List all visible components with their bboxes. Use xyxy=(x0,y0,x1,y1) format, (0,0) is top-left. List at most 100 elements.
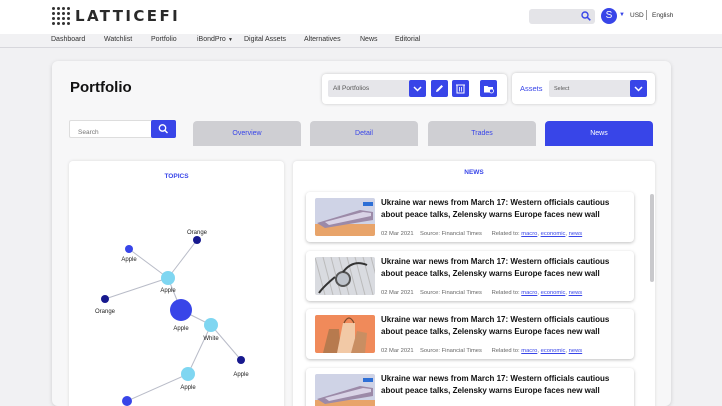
topic-label: Apple xyxy=(121,257,137,263)
page-title: Portfolio xyxy=(70,79,132,96)
news-meta: 02 Mar 2021 Source: Financial Times Rela… xyxy=(381,348,583,354)
news-headline[interactable]: Ukraine war news from March 17: Western … xyxy=(381,197,626,220)
nav-item-editorial[interactable]: Editorial xyxy=(395,36,420,43)
topic-node[interactable] xyxy=(204,318,218,332)
news-source-label: Source: xyxy=(420,348,440,354)
brand-name: LATTICEFI xyxy=(75,7,181,25)
topic-edge xyxy=(126,373,189,402)
topic-node[interactable] xyxy=(101,295,109,303)
news-source: Financial Times xyxy=(441,348,482,354)
search-icon[interactable] xyxy=(581,11,591,21)
topic-node[interactable] xyxy=(193,236,201,244)
news-date: 02 Mar 2021 xyxy=(381,290,414,296)
top-bar: LATTICEFI S ▼ USD English xyxy=(0,0,722,34)
chevron-down-icon[interactable] xyxy=(409,80,426,97)
topic-label: Apple xyxy=(160,288,176,294)
portfolio-folder-button[interactable] xyxy=(480,80,497,97)
folder-icon xyxy=(484,86,494,94)
news-card[interactable]: Ukraine war news from March 17: Western … xyxy=(306,251,634,301)
topic-label: Apple xyxy=(233,372,249,378)
topic-edge xyxy=(167,239,198,279)
topic-node[interactable] xyxy=(181,367,195,381)
news-headline[interactable]: Ukraine war news from March 17: Western … xyxy=(381,373,626,396)
topic-node[interactable] xyxy=(170,299,192,321)
main-nav: Dashboard Watchlist Portfolio iBondPro ▼… xyxy=(0,34,722,48)
topic-node[interactable] xyxy=(122,396,132,406)
news-tag-link[interactable]: macro xyxy=(521,290,537,296)
news-card[interactable]: Ukraine war news from March 17: Western … xyxy=(306,309,634,359)
currency-selector[interactable]: USD xyxy=(630,12,644,19)
news-thumbnail[interactable] xyxy=(315,198,375,236)
news-panel: NEWS Ukraine war news from March 17: Wes… xyxy=(293,161,655,406)
news-card[interactable]: Ukraine war news from March 17: Western … xyxy=(306,368,634,406)
topic-edge xyxy=(187,324,212,375)
news-related-label: Related to: xyxy=(491,348,520,354)
delete-button[interactable] xyxy=(452,80,469,97)
chevron-down-icon[interactable]: ▼ xyxy=(228,37,233,43)
topic-node[interactable] xyxy=(237,356,245,364)
topic-edge xyxy=(128,248,169,279)
news-source: Financial Times xyxy=(441,231,482,237)
chevron-down-icon[interactable]: ▼ xyxy=(619,12,625,18)
news-meta: 02 Mar 2021 Source: Financial Times Rela… xyxy=(381,231,583,237)
news-headline[interactable]: Ukraine war news from March 17: Western … xyxy=(381,314,626,337)
news-thumbnail[interactable] xyxy=(315,374,375,406)
topic-label: Orange xyxy=(95,309,116,315)
topic-edge xyxy=(104,277,169,300)
news-thumbnail[interactable] xyxy=(315,315,375,353)
news-date: 02 Mar 2021 xyxy=(381,231,414,237)
topic-node[interactable] xyxy=(125,245,133,253)
news-tag-link[interactable]: news xyxy=(569,290,583,296)
tab-detail[interactable]: Detail xyxy=(310,121,418,146)
portfolio-search xyxy=(69,120,176,141)
assets-select[interactable]: Select xyxy=(549,80,647,97)
news-tag-link[interactable]: news xyxy=(569,348,583,354)
lattice-logo-icon xyxy=(52,7,70,25)
news-related-label: Related to: xyxy=(491,231,520,237)
topic-label: Apple xyxy=(173,326,189,332)
user-avatar[interactable]: S xyxy=(601,8,617,24)
news-tag-link[interactable]: news xyxy=(569,231,583,237)
edit-button[interactable] xyxy=(431,80,448,97)
news-tag-link[interactable]: macro xyxy=(521,231,537,237)
chevron-down-icon[interactable] xyxy=(630,80,647,97)
brand-logo[interactable]: LATTICEFI xyxy=(52,7,180,25)
nav-item-alternatives[interactable]: Alternatives xyxy=(304,36,341,43)
news-tag-link[interactable]: economic xyxy=(541,231,566,237)
news-tag-link[interactable]: macro xyxy=(521,348,537,354)
news-scrollbar[interactable] xyxy=(650,194,654,282)
news-thumbnail[interactable] xyxy=(315,257,375,295)
news-meta: 02 Mar 2021 Source: Financial Times Rela… xyxy=(381,290,583,296)
divider xyxy=(646,10,647,20)
nav-item-news[interactable]: News xyxy=(360,36,378,43)
pencil-icon xyxy=(436,85,443,92)
search-input[interactable] xyxy=(70,124,150,141)
trash-icon xyxy=(456,84,465,94)
assets-label: Assets xyxy=(520,84,543,93)
search-icon xyxy=(158,124,168,134)
news-tag-link[interactable]: economic xyxy=(541,348,566,354)
news-card[interactable]: Ukraine war news from March 17: Western … xyxy=(306,192,634,242)
nav-item-dashboard[interactable]: Dashboard xyxy=(51,36,85,43)
language-selector[interactable]: English xyxy=(652,12,673,19)
tab-overview[interactable]: Overview xyxy=(193,121,301,146)
nav-item-digital-assets[interactable]: Digital Assets xyxy=(244,36,286,43)
news-source-label: Source: xyxy=(420,290,440,296)
news-date: 02 Mar 2021 xyxy=(381,348,414,354)
global-search-input[interactable] xyxy=(529,9,595,24)
news-tag-link[interactable]: economic xyxy=(541,290,566,296)
nav-item-ibondpro[interactable]: iBondPro xyxy=(197,36,226,43)
tab-news[interactable]: News xyxy=(545,121,653,146)
news-headline[interactable]: Ukraine war news from March 17: Western … xyxy=(381,256,626,279)
tab-trades[interactable]: Trades xyxy=(428,121,536,146)
news-title: NEWS xyxy=(464,169,484,176)
nav-item-watchlist[interactable]: Watchlist xyxy=(104,36,132,43)
news-related-label: Related to: xyxy=(491,290,520,296)
assets-select-value: Select xyxy=(554,86,570,92)
topics-graph: Apple Orange Apple Orange Apple White Apple App… xyxy=(95,230,249,406)
topic-node[interactable] xyxy=(161,271,175,285)
search-button[interactable] xyxy=(151,120,176,138)
portfolio-select[interactable]: All Portfolios xyxy=(328,80,426,97)
nav-item-portfolio[interactable]: Portfolio xyxy=(151,36,177,43)
portfolio-select-value: All Portfolios xyxy=(333,85,370,92)
